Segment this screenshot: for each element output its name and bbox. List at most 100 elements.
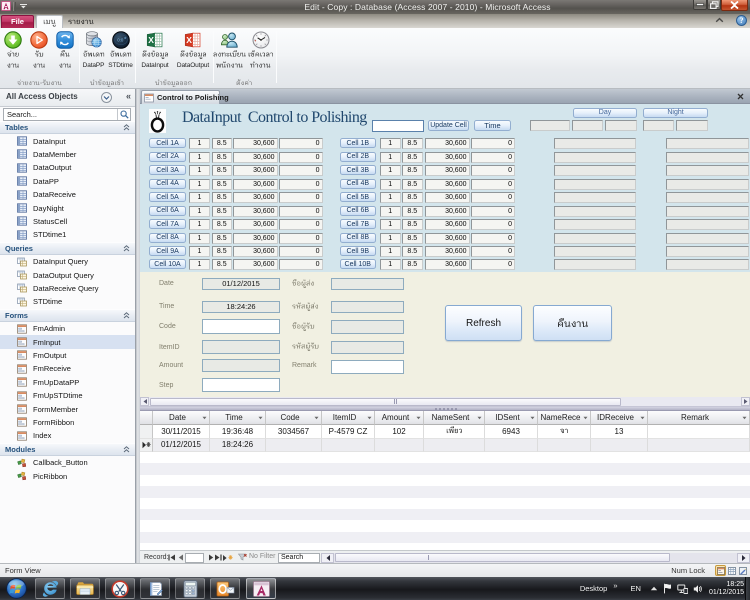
cell-field-10a-v3[interactable]: 30,600 xyxy=(233,259,278,270)
nav-item-fminput[interactable]: FmInput xyxy=(0,335,135,348)
cell-field-2a-v3[interactable]: 30,600 xyxy=(233,152,278,163)
cell-field-7a-v4[interactable]: 0 xyxy=(279,219,323,230)
datasheet-cell[interactable]: P-4579 CZ xyxy=(322,425,375,439)
day-button[interactable]: Day xyxy=(573,108,637,118)
day-night-field-2[interactable] xyxy=(572,120,603,132)
minimize-button[interactable] xyxy=(693,0,707,10)
cell-field-10a-v2[interactable]: 8.5 xyxy=(212,259,233,270)
collapse-chevron-icon[interactable] xyxy=(123,312,135,319)
nav-item-fmreceive[interactable]: FmReceive xyxy=(0,362,135,375)
receive-work-button[interactable] xyxy=(26,29,52,85)
cell-field-2a-v4[interactable]: 0 xyxy=(279,152,323,163)
update-cell-button[interactable]: Update Cell xyxy=(428,120,469,131)
nav-item-fmadmin[interactable]: FmAdmin xyxy=(0,322,135,335)
night-column-field-2[interactable] xyxy=(666,152,749,163)
ds-scroll-thumb[interactable] xyxy=(335,553,670,562)
field-name-sent[interactable] xyxy=(331,278,404,291)
row-selector[interactable] xyxy=(140,439,153,453)
night-column-field-3[interactable] xyxy=(666,165,749,176)
close-button[interactable] xyxy=(721,0,748,11)
nav-item-datainput[interactable]: DataInput xyxy=(0,134,135,147)
taskbar-outlook-button[interactable] xyxy=(210,578,240,599)
cell-field-4a-v2[interactable]: 8.5 xyxy=(212,179,233,190)
field-id-sent[interactable] xyxy=(331,301,404,314)
night-column-field-1[interactable] xyxy=(666,138,749,149)
cell-field-8b-v2[interactable]: 8.5 xyxy=(402,233,423,244)
return-job-button[interactable] xyxy=(533,305,612,341)
pay-work-button[interactable] xyxy=(0,29,26,85)
day-column-field-2[interactable] xyxy=(554,152,636,163)
cell-button-10b[interactable]: Cell 10B xyxy=(340,259,376,269)
cell-field-5a-v4[interactable]: 0 xyxy=(279,192,323,203)
column-dropdown-icon[interactable] xyxy=(477,416,484,420)
column-dropdown-icon[interactable] xyxy=(742,416,749,420)
cell-field-3a-v1[interactable]: 1 xyxy=(189,165,210,176)
cell-field-6a-v4[interactable]: 0 xyxy=(279,206,323,217)
night-button[interactable]: Night xyxy=(643,108,708,118)
column-dropdown-icon[interactable] xyxy=(367,416,374,420)
collapse-chevron-icon[interactable] xyxy=(123,245,135,252)
cell-field-4a-v1[interactable]: 1 xyxy=(189,179,210,190)
field-name-rece[interactable] xyxy=(331,320,404,334)
nav-item-statuscell[interactable]: StatusCell xyxy=(0,215,135,228)
nav-item-stdtime[interactable]: STDtime xyxy=(0,295,135,308)
cell-field-8b-v1[interactable]: 1 xyxy=(380,233,401,244)
cell-field-5b-v2[interactable]: 8.5 xyxy=(402,192,423,203)
column-header-amount[interactable]: Amount xyxy=(375,411,424,425)
datasheet-cell[interactable] xyxy=(322,439,375,453)
cell-field-3a-v3[interactable]: 30,600 xyxy=(233,165,278,176)
datasheet-view-button[interactable] xyxy=(726,565,737,576)
help-button[interactable]: ? xyxy=(736,15,747,26)
cell-field-9b-v3[interactable]: 30,600 xyxy=(425,246,470,257)
field-amount[interactable] xyxy=(202,359,280,372)
cell-field-1a-v2[interactable]: 8.5 xyxy=(212,138,233,149)
cell-field-8a-v4[interactable]: 0 xyxy=(279,233,323,244)
night-column-field-5[interactable] xyxy=(666,192,749,203)
day-column-field-8[interactable] xyxy=(554,233,636,244)
cell-field-1b-v3[interactable]: 30,600 xyxy=(425,138,470,149)
cell-field-1b-v4[interactable]: 0 xyxy=(471,138,516,149)
start-button[interactable] xyxy=(2,577,30,600)
cell-field-8a-v2[interactable]: 8.5 xyxy=(212,233,233,244)
cell-field-6a-v3[interactable]: 30,600 xyxy=(233,206,278,217)
form-view-button[interactable] xyxy=(715,565,726,576)
day-night-field-5[interactable] xyxy=(676,120,708,132)
ribbon-collapse-button[interactable] xyxy=(715,17,724,23)
field-code[interactable] xyxy=(202,319,280,335)
cell-button-3b[interactable]: Cell 3B xyxy=(340,165,376,175)
cell-field-7a-v1[interactable]: 1 xyxy=(189,219,210,230)
cell-field-10b-v3[interactable]: 30,600 xyxy=(425,259,470,270)
cell-field-5a-v1[interactable]: 1 xyxy=(189,192,210,203)
day-night-field-1[interactable] xyxy=(530,120,570,132)
cell-field-4a-v3[interactable]: 30,600 xyxy=(233,179,278,190)
datasheet-cell[interactable]: 6943 xyxy=(485,425,538,439)
cell-field-4b-v4[interactable]: 0 xyxy=(471,179,516,190)
column-header-time[interactable]: Time xyxy=(210,411,266,425)
day-column-field-9[interactable] xyxy=(554,246,636,257)
cell-field-5a-v3[interactable]: 30,600 xyxy=(233,192,278,203)
column-header-itemid[interactable]: ItemID xyxy=(322,411,375,425)
datasheet-cell[interactable] xyxy=(648,439,750,453)
cell-field-9a-v1[interactable]: 1 xyxy=(189,246,210,257)
tab-file[interactable]: File xyxy=(1,15,34,28)
cell-field-6b-v3[interactable]: 30,600 xyxy=(425,206,470,217)
cell-field-9a-v2[interactable]: 8.5 xyxy=(212,246,233,257)
row-selector[interactable] xyxy=(140,425,153,439)
nav-item-formmember[interactable]: FormMember xyxy=(0,402,135,415)
cell-field-6b-v4[interactable]: 0 xyxy=(471,206,516,217)
day-column-field-10[interactable] xyxy=(554,259,636,270)
cell-button-2a[interactable]: Cell 2A xyxy=(149,152,186,162)
cell-field-7b-v2[interactable]: 8.5 xyxy=(402,219,423,230)
field-date[interactable]: 01/12/2015 xyxy=(202,278,280,291)
cell-field-1b-v2[interactable]: 8.5 xyxy=(402,138,423,149)
cell-button-9b[interactable]: Cell 9B xyxy=(340,246,376,256)
cell-button-7a[interactable]: Cell 7A xyxy=(149,219,186,229)
nav-item-stdtime1[interactable]: STDtime1 xyxy=(0,228,135,241)
cell-field-10b-v4[interactable]: 0 xyxy=(471,259,516,270)
nav-item-dataoutput[interactable]: DataOutput xyxy=(0,161,135,174)
cell-field-2a-v1[interactable]: 1 xyxy=(189,152,210,163)
night-column-field-10[interactable] xyxy=(666,259,749,270)
search-icon[interactable] xyxy=(117,109,130,120)
access-app-icon[interactable] xyxy=(1,1,11,11)
collapse-chevron-icon[interactable] xyxy=(123,446,135,453)
